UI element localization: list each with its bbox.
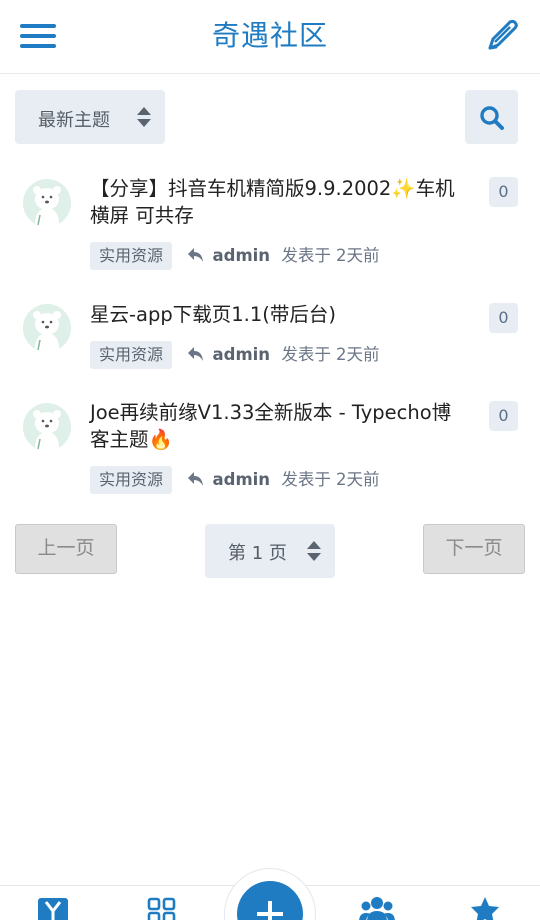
topic-title-text: 【分享】抖音车机精简版9.9.2002: [90, 177, 392, 200]
posted-time: 发表于 2天前: [281, 470, 380, 489]
categories-grid-icon[interactable]: [144, 896, 180, 920]
topic-title-text: 星云-app下载页1.1(带后台): [90, 303, 336, 326]
home-logo-icon[interactable]: [36, 896, 72, 920]
pen-icon[interactable]: [484, 17, 520, 53]
sort-updown-icon: [137, 107, 151, 129]
prev-page-button[interactable]: 上一页: [15, 524, 117, 574]
category-tag[interactable]: 实用资源: [90, 242, 173, 270]
reply-icon: [188, 347, 204, 361]
reply-count-badge: 0: [489, 177, 518, 207]
sparkles-icon: ✨: [391, 177, 416, 200]
topic-title[interactable]: Joe再续前缘V1.33全新版本 - Typecho博客主题🔥: [90, 399, 468, 453]
reply-icon: [188, 472, 204, 486]
reply-count-badge: 0: [489, 401, 518, 431]
bear-avatar-icon: [23, 179, 71, 227]
reply-icon: [188, 248, 204, 262]
author-name[interactable]: admin: [213, 242, 271, 270]
toolbar: 最新主题: [0, 90, 540, 146]
search-button[interactable]: [465, 90, 518, 144]
posted-time: 发表于 2天前: [281, 345, 380, 364]
page-updown-icon: [307, 541, 321, 563]
new-topic-fab: [224, 868, 316, 920]
topic-title-text: Joe再续前缘V1.33全新版本 - Typecho博客主题: [90, 401, 452, 451]
fire-icon: 🔥: [148, 428, 173, 451]
sort-select[interactable]: 最新主题: [15, 90, 165, 144]
category-tag[interactable]: 实用资源: [90, 341, 173, 369]
bear-avatar-icon: [23, 403, 71, 451]
category-tag[interactable]: 实用资源: [90, 466, 173, 494]
page-select[interactable]: 第 1 页: [205, 524, 335, 578]
avatar[interactable]: [23, 403, 71, 451]
bear-avatar-icon: [23, 304, 71, 352]
author-name[interactable]: admin: [213, 341, 271, 369]
star-icon[interactable]: [468, 896, 504, 920]
users-icon[interactable]: [359, 896, 395, 920]
avatar[interactable]: [23, 179, 71, 227]
topic-meta: 实用资源 admin 发表于 2天前: [90, 242, 380, 270]
avatar[interactable]: [23, 304, 71, 352]
topic-title[interactable]: 【分享】抖音车机精简版9.9.2002✨车机横屏 可共存: [90, 175, 468, 229]
site-title: 奇遇社区: [211, 19, 328, 52]
sort-select-label: 最新主题: [38, 110, 110, 131]
posted-time: 发表于 2天前: [281, 246, 380, 265]
pagination: 上一页 第 1 页 下一页: [0, 524, 540, 578]
next-page-button[interactable]: 下一页: [423, 524, 525, 574]
topic-meta: 实用资源 admin 发表于 2天前: [90, 341, 380, 369]
top-header: 奇遇社区: [0, 0, 540, 74]
new-topic-plus-icon[interactable]: [237, 881, 303, 920]
topic-meta: 实用资源 admin 发表于 2天前: [90, 466, 380, 494]
reply-count-badge: 0: [489, 303, 518, 333]
page-select-label: 第 1 页: [228, 543, 287, 564]
topic-title[interactable]: 星云-app下载页1.1(带后台): [90, 301, 468, 328]
search-icon: [480, 106, 504, 130]
author-name[interactable]: admin: [213, 466, 271, 494]
